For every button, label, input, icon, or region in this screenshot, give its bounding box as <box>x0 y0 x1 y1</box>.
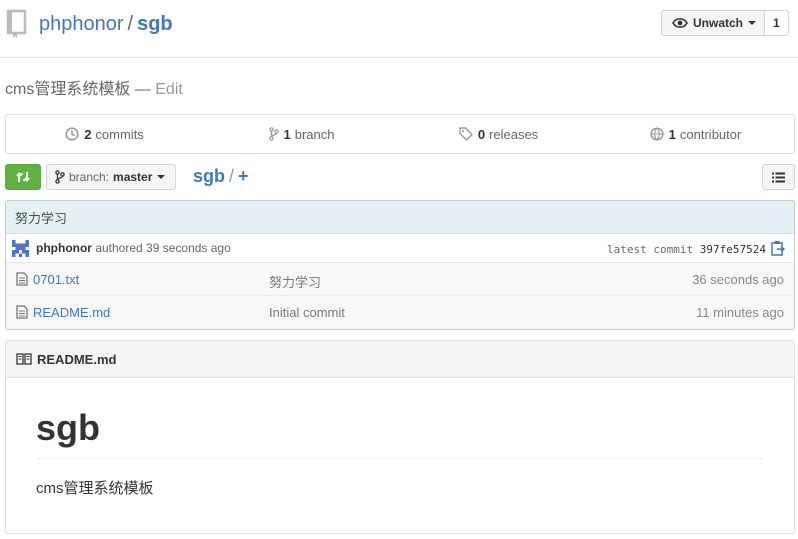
avatar[interactable] <box>12 240 29 257</box>
chevron-down-icon <box>157 175 166 179</box>
readme-heading: sgb <box>36 406 764 459</box>
file-age: 36 seconds ago <box>692 272 784 287</box>
branches-label: branch <box>294 126 335 142</box>
file-text-icon <box>16 272 28 286</box>
edit-description-link[interactable]: Edit <box>155 81 183 98</box>
tag-icon <box>459 127 473 141</box>
unwatch-button[interactable]: Unwatch <box>662 11 766 35</box>
organization-icon <box>650 127 664 141</box>
contributors-label: contributor <box>679 126 742 142</box>
file-commit-message[interactable]: 努力学习 <box>269 272 321 291</box>
owner-link[interactable]: phphonor <box>39 13 124 35</box>
branches-count: 1 <box>283 126 291 142</box>
commit-author-name[interactable]: phphonor <box>36 241 92 255</box>
repo-title: phphonor / sgb <box>39 12 173 36</box>
chevron-down-icon <box>748 21 757 25</box>
breadcrumb: sgb / + <box>193 165 249 187</box>
branch-selector[interactable]: branch: master <box>46 164 177 190</box>
branch-name: master <box>113 170 153 184</box>
new-file-link[interactable]: + <box>238 166 249 186</box>
watchers-count[interactable]: 1 <box>765 11 788 35</box>
readme-body: sgb cms管理系统模板 <box>6 378 794 498</box>
repo-summary: 2 commits 1 branch 0 releases 1 contribu… <box>5 114 795 154</box>
commit-meta: phphonor authored 39 seconds ago latest … <box>6 234 794 263</box>
compare-icon <box>16 172 30 182</box>
title-separator: / <box>127 13 134 35</box>
file-name-link[interactable]: README.md <box>33 305 110 320</box>
readme-panel: README.md sgb cms管理系统模板 <box>5 340 795 534</box>
file-commit-message[interactable]: Initial commit <box>269 305 345 320</box>
repo-header: phphonor / sgb Unwatch 1 <box>0 0 798 58</box>
readme-paragraph: cms管理系统模板 <box>36 480 154 497</box>
branch-prefix: branch: <box>69 170 110 184</box>
contributors-link[interactable]: 1 contributor <box>597 115 794 153</box>
file-browser: 努力学习 phphonor authored 39 seconds ago la… <box>5 200 795 330</box>
compare-button[interactable] <box>5 164 41 190</box>
commit-authored-time: authored 39 seconds ago <box>95 241 231 255</box>
repo-description: cms管理系统模板 — Edit <box>5 80 183 100</box>
description-dash: — <box>134 81 151 98</box>
book-icon <box>16 353 32 365</box>
branch-icon <box>268 127 279 141</box>
releases-count: 0 <box>477 126 486 142</box>
unwatch-label: Unwatch <box>693 16 744 30</box>
commits-label: commits <box>95 126 144 142</box>
history-icon <box>65 127 79 141</box>
file-text-icon <box>16 305 28 319</box>
contributors-count: 1 <box>668 126 676 142</box>
readme-header: README.md <box>6 341 794 378</box>
description-text: cms管理系统模板 <box>5 81 131 98</box>
latest-commit-message[interactable]: 努力学习 <box>6 201 794 234</box>
watch-group: Unwatch 1 <box>661 10 789 36</box>
file-row: README.md Initial commit 11 minutes ago <box>6 296 794 329</box>
commits-link[interactable]: 2 commits <box>6 115 203 153</box>
readme-filename: README.md <box>37 351 117 367</box>
file-age: 11 minutes ago <box>696 305 784 320</box>
commits-count: 2 <box>84 126 92 142</box>
breadcrumb-repo-link[interactable]: sgb <box>193 166 225 186</box>
commit-sha-link[interactable]: 397fe57524 <box>700 243 766 256</box>
latest-commit: latest commit 397fe57524 <box>607 243 766 256</box>
list-view-button[interactable] <box>762 164 795 190</box>
eye-icon <box>672 18 688 28</box>
releases-link[interactable]: 0 releases <box>400 115 597 153</box>
file-navigation: branch: master sgb / + <box>5 164 795 190</box>
branch-icon <box>55 170 65 184</box>
file-name-link[interactable]: 0701.txt <box>33 272 79 287</box>
branches-link[interactable]: 1 branch <box>203 115 400 153</box>
commit-author: phphonor authored 39 seconds ago <box>36 241 231 255</box>
clipboard-icon[interactable] <box>771 240 785 256</box>
breadcrumb-separator: / <box>229 166 235 186</box>
file-row: 0701.txt 努力学习 36 seconds ago <box>6 263 794 296</box>
repo-link[interactable]: sgb <box>137 13 173 35</box>
repo-icon <box>6 9 27 38</box>
releases-label: releases <box>489 126 539 142</box>
latest-commit-label: latest commit <box>607 243 694 256</box>
list-icon <box>772 172 785 182</box>
